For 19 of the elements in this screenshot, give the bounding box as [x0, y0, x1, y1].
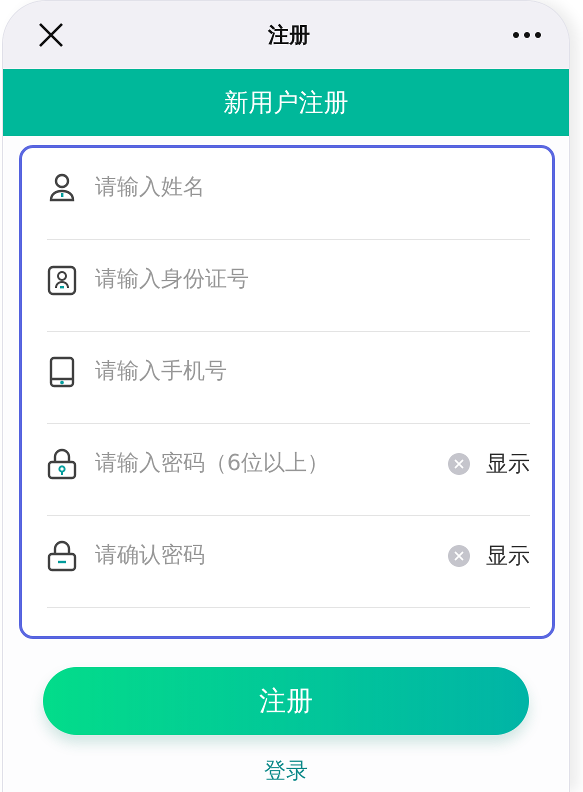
show-password-button[interactable]: 显示: [486, 540, 530, 570]
more-icon: [512, 31, 542, 39]
id-card-icon: [47, 264, 77, 296]
close-icon: [454, 550, 464, 560]
login-link[interactable]: 登录: [264, 759, 308, 785]
input-field[interactable]: 请输入姓名: [93, 166, 530, 208]
show-password-button[interactable]: 显示: [486, 448, 530, 478]
close-icon: [38, 22, 64, 48]
person-icon: [47, 172, 77, 204]
header-title: 新用户注册: [224, 87, 348, 119]
phone-icon: [47, 356, 77, 388]
input-field[interactable]: 请输入手机号: [93, 350, 530, 392]
input-field[interactable]: 请输入身份证号: [93, 258, 530, 300]
close-icon: [454, 458, 464, 468]
page-title: 注册: [268, 22, 310, 49]
input-field[interactable]: 请确认密码: [93, 534, 432, 576]
input-field[interactable]: 请输入密码（6位以上）: [93, 442, 432, 484]
padlock-icon: [47, 448, 77, 480]
padlock-icon: [47, 540, 77, 572]
